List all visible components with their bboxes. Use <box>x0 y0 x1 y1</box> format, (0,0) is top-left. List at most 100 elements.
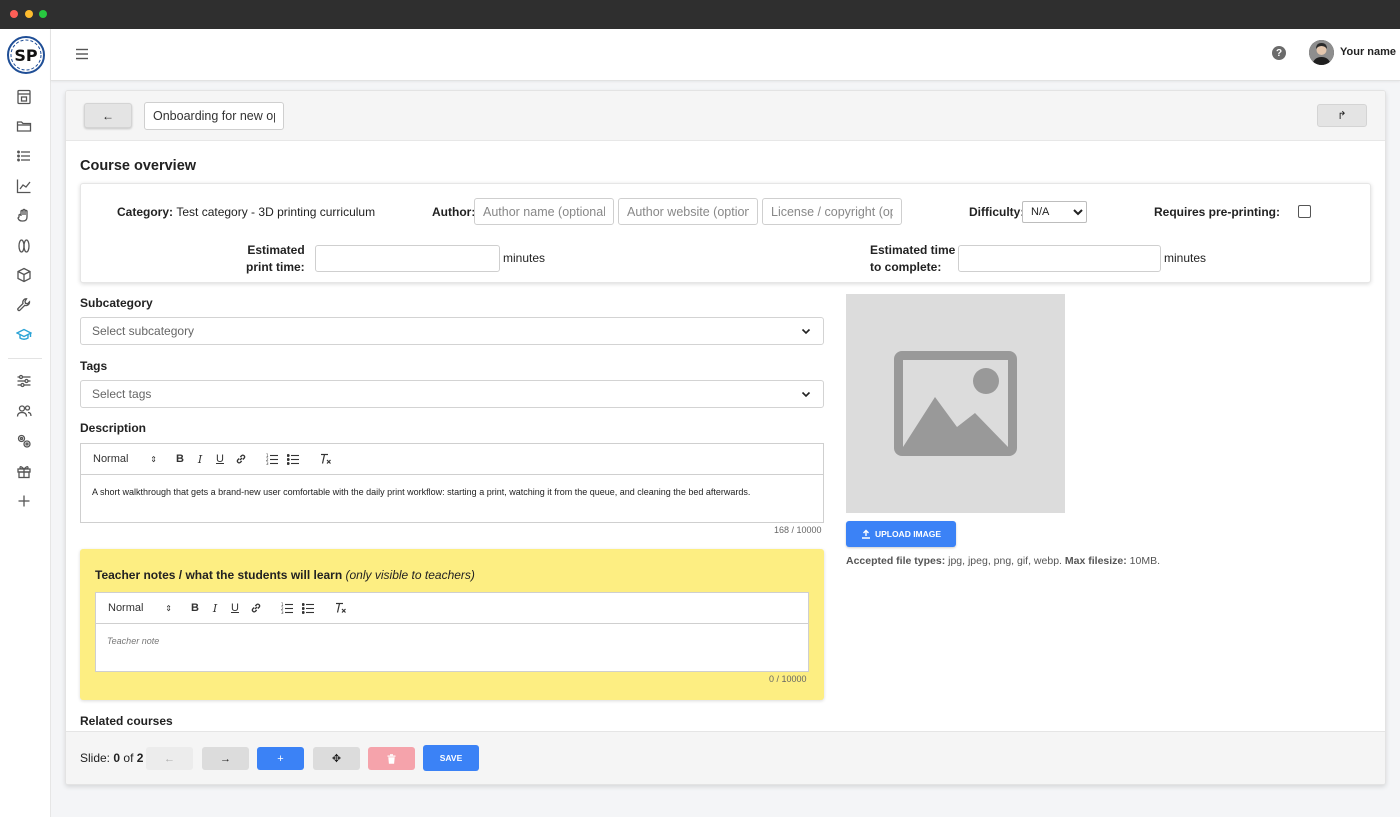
teacher-notes-subtitle: (only visible to teachers) <box>345 568 475 582</box>
author-name-input[interactable] <box>474 198 614 225</box>
delete-slide-button[interactable] <box>368 747 415 770</box>
italic-icon[interactable]: I <box>194 451 206 467</box>
description-toolbar: Normal ⇕ B I U 123 <box>81 444 823 475</box>
description-counter: 168 / 10000 <box>774 525 822 535</box>
course-title-input[interactable] <box>144 102 284 130</box>
maximize-window-icon[interactable] <box>39 10 47 18</box>
bullet-list-icon[interactable] <box>301 600 315 616</box>
avatar[interactable] <box>1309 40 1334 65</box>
print-minutes-unit: minutes <box>503 251 546 265</box>
add-slide-button[interactable]: + <box>257 747 304 770</box>
window-titlebar <box>0 0 1400 29</box>
folder-icon[interactable] <box>14 116 34 136</box>
difficulty-select[interactable]: N/A <box>1022 201 1087 223</box>
sidebar-divider <box>8 358 42 359</box>
subcategory-select[interactable]: Select subcategory <box>80 317 824 345</box>
tags-label: Tags <box>80 359 108 373</box>
bold-icon[interactable]: B <box>174 451 186 467</box>
accepted-types-value: jpg, jpeg, png, gif, webp. <box>948 555 1062 567</box>
underline-icon[interactable]: U <box>229 600 241 616</box>
upload-image-button[interactable]: UPLOAD IMAGE <box>846 521 956 547</box>
prev-slide-button[interactable]: ← <box>146 747 193 770</box>
save-button[interactable]: SAVE <box>423 745 479 771</box>
svg-text:3: 3 <box>266 461 269 465</box>
user-name[interactable]: Your name <box>1340 46 1396 58</box>
max-filesize-value: 10MB. <box>1129 555 1161 567</box>
gift-icon[interactable] <box>14 461 34 481</box>
description-text[interactable]: A short walkthrough that gets a brand-ne… <box>92 487 750 497</box>
est-complete-label: Estimated time to complete: <box>870 242 955 276</box>
logo-text: SP <box>14 46 38 65</box>
printer-icon[interactable] <box>14 87 34 107</box>
complete-minutes-unit: minutes <box>1164 251 1207 265</box>
slide-total: 2 <box>136 751 144 765</box>
underline-icon[interactable]: U <box>214 451 226 467</box>
est-print-label-line1: Estimated <box>247 243 305 257</box>
est-print-label: Estimated print time: <box>246 242 305 276</box>
subcategory-placeholder: Select subcategory <box>92 324 195 338</box>
bold-icon[interactable]: B <box>189 600 201 616</box>
est-complete-label-line1: Estimated time <box>870 243 956 257</box>
slide-of: of <box>123 751 134 765</box>
back-button[interactable]: ← <box>84 103 132 128</box>
spools-icon[interactable] <box>14 236 34 256</box>
chart-line-icon[interactable] <box>14 176 34 196</box>
category-label: Category: <box>117 205 174 219</box>
teacher-notes-placeholder[interactable]: Teacher note <box>107 636 159 646</box>
preprint-checkbox[interactable] <box>1298 205 1311 218</box>
course-editor-card: ← ↱ Course overview Category: Test categ… <box>65 90 1386 785</box>
description-label: Description <box>80 421 147 435</box>
format-select-value: Normal <box>93 453 129 465</box>
preprint-label: Requires pre-printing: <box>1154 205 1281 219</box>
notes-format-select[interactable]: Normal ⇕ <box>108 600 172 616</box>
trash-icon <box>387 753 396 764</box>
license-input[interactable] <box>762 198 902 225</box>
sliders-icon[interactable] <box>14 371 34 391</box>
card-footer: Slide: 0 of 2 ← → + ✥ SAVE <box>66 731 1385 784</box>
est-print-time-input[interactable] <box>315 245 500 272</box>
italic-icon[interactable]: I <box>209 600 221 616</box>
logo-icon[interactable]: SP <box>6 35 46 75</box>
description-editor[interactable]: Normal ⇕ B I U 123 A short walkthrough th… <box>80 443 824 523</box>
sidebar: SP <box>0 29 51 817</box>
tags-select[interactable]: Select tags <box>80 380 824 408</box>
teacher-notes-editor[interactable]: Normal ⇕ B I U 123 Teacher note <box>95 592 809 672</box>
top-header: ? Your name <box>51 29 1400 81</box>
wrench-icon[interactable] <box>14 295 34 315</box>
gears-icon[interactable] <box>14 431 34 451</box>
related-courses-label: Related courses <box>80 714 173 728</box>
graduation-cap-icon[interactable] <box>14 325 34 345</box>
help-icon[interactable]: ? <box>1272 46 1286 60</box>
format-select[interactable]: Normal ⇕ <box>93 451 157 467</box>
est-complete-time-input[interactable] <box>958 245 1161 272</box>
move-slide-button[interactable]: ✥ <box>313 747 360 770</box>
clear-format-icon[interactable] <box>318 451 332 467</box>
image-icon <box>894 351 1017 456</box>
list-icon[interactable] <box>14 146 34 166</box>
upload-icon <box>861 529 870 539</box>
link-icon[interactable] <box>234 451 248 467</box>
max-filesize-label: Max filesize: <box>1064 555 1127 567</box>
close-window-icon[interactable] <box>10 10 18 18</box>
author-website-input[interactable] <box>618 198 758 225</box>
hamburger-menu-icon[interactable] <box>73 45 91 63</box>
teacher-notes-title: Teacher notes / what the students will l… <box>95 568 475 582</box>
chevron-down-icon <box>801 391 811 398</box>
link-icon[interactable] <box>249 600 263 616</box>
ordered-list-icon[interactable]: 123 <box>280 600 294 616</box>
cube-icon[interactable] <box>14 265 34 285</box>
minimize-window-icon[interactable] <box>25 10 33 18</box>
clear-format-icon[interactable] <box>333 600 347 616</box>
bullet-list-icon[interactable] <box>286 451 300 467</box>
ordered-list-icon[interactable]: 123 <box>265 451 279 467</box>
next-slide-button[interactable]: → <box>202 747 249 770</box>
users-icon[interactable] <box>14 401 34 421</box>
author-label: Author: <box>432 205 476 219</box>
share-button[interactable]: ↱ <box>1317 104 1367 127</box>
card-header: ← ↱ <box>66 91 1385 141</box>
format-arrows-icon: ⇕ <box>165 603 172 613</box>
est-complete-label-line2: to complete: <box>870 260 942 274</box>
plus-icon[interactable] <box>14 491 34 511</box>
hand-icon[interactable] <box>14 206 34 226</box>
chevron-down-icon <box>801 328 811 335</box>
